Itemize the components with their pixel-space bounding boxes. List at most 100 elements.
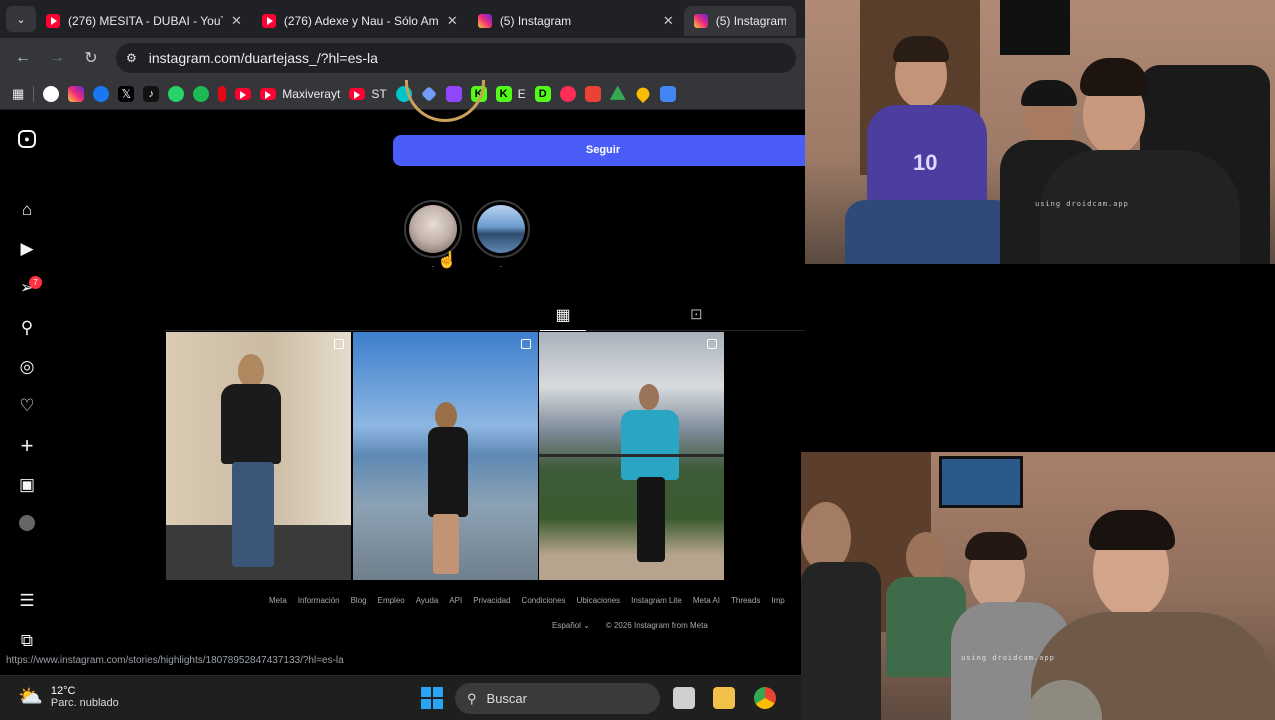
story-highlight[interactable] (472, 200, 530, 258)
footer-link[interactable]: Imp (771, 596, 784, 605)
footer-link[interactable]: Blog (351, 596, 367, 605)
railing (539, 454, 724, 457)
footer-link[interactable]: Empleo (378, 596, 405, 605)
footer-link[interactable]: Meta AI (693, 596, 720, 605)
site-settings-icon[interactable]: ⚙ (126, 51, 137, 65)
weather-condition: Parc. nublado (50, 696, 119, 709)
weather-widget[interactable]: ⛅ 12°C Parc. nublado (18, 684, 119, 709)
browser-tab[interactable]: (276) Adexe y Nau - Sólo Amig ✕ (252, 6, 468, 36)
close-icon[interactable]: ✕ (663, 13, 674, 29)
instagram-sidebar: ● ⌂ ▶ ➢ 7 ⚲ ◎ ♡ + ▣ ☰ ⧉ (0, 110, 55, 660)
cloud-sun-icon: ⛅ (18, 686, 43, 708)
dashboard-icon[interactable]: ▣ (17, 475, 37, 495)
footer-link[interactable]: Condiciones (522, 596, 566, 605)
post-thumbnail[interactable] (539, 332, 724, 580)
footer-link[interactable]: Privacidad (473, 596, 510, 605)
search-icon: ⚲ (467, 690, 477, 706)
person-figure (221, 384, 281, 464)
highlight-thumbnail (409, 205, 457, 253)
apps-grid-icon[interactable]: ▦ (12, 86, 24, 102)
heart-icon[interactable]: ♡ (17, 396, 37, 416)
maps-icon[interactable] (633, 84, 652, 103)
droidcam-watermark: using droidcam.app (961, 654, 1055, 662)
tab-search-button[interactable]: ⌄ (6, 6, 36, 32)
jacket (801, 562, 881, 720)
person-figure (232, 462, 274, 567)
url-text: instagram.com/duartejass_/?hl=es-la (148, 50, 378, 66)
gmail-icon[interactable] (584, 85, 601, 102)
footer-link[interactable]: Threads (731, 596, 760, 605)
footer-link[interactable]: Información (298, 596, 340, 605)
browser-tab-active[interactable]: (5) Instagram (683, 6, 796, 36)
tiktok-icon[interactable]: ♪ (143, 85, 160, 102)
footer-link[interactable]: Ayuda (416, 596, 439, 605)
drive-icon[interactable] (609, 85, 626, 100)
task-view-icon[interactable] (673, 687, 695, 709)
tab-title: (276) Adexe y Nau - Sólo Amig (283, 14, 439, 28)
d-app-icon[interactable]: D (534, 85, 551, 102)
menu-icon[interactable]: ☰ (17, 591, 37, 611)
footer-link[interactable]: Meta (269, 596, 287, 605)
taskbar-search[interactable]: ⚲ Buscar (455, 683, 660, 714)
person-figure (639, 384, 659, 410)
posts-grid-tab[interactable]: ▦ (540, 305, 586, 331)
netflix-icon[interactable] (218, 85, 227, 102)
whatsapp-icon[interactable] (168, 85, 185, 102)
post-thumbnail[interactable] (353, 332, 538, 580)
instagram-logo-icon[interactable]: ● (18, 130, 36, 148)
footer-link[interactable]: Instagram Lite (631, 596, 682, 605)
tab-title: (5) Instagram (715, 14, 786, 28)
search-icon[interactable]: ⚲ (17, 318, 37, 338)
also-from-meta-icon[interactable]: ⧉ (17, 631, 37, 651)
screen: ⌄ (276) MESITA - DUBAI - YouTub ✕ (276) … (0, 0, 1275, 720)
post-thumbnail[interactable] (166, 332, 351, 580)
tagged-tab[interactable]: ⊡ (690, 305, 712, 323)
background-black (805, 264, 1275, 452)
url-omnibox[interactable]: ⚙ instagram.com/duartejass_/?hl=es-la (116, 43, 796, 73)
browser-tab[interactable]: (276) MESITA - DUBAI - YouTub ✕ (36, 6, 252, 36)
highlight-label: · (499, 262, 503, 271)
x-icon[interactable]: 𝕏 (118, 85, 135, 102)
youtube-icon[interactable] (235, 87, 252, 100)
bookmark-maxiverayt[interactable]: Maxiverayt (260, 87, 340, 101)
close-icon[interactable]: ✕ (447, 13, 458, 29)
bookmark-st[interactable]: ST (349, 87, 387, 101)
create-icon[interactable]: + (17, 435, 37, 457)
instagram-icon[interactable] (68, 85, 85, 102)
address-bar-row: ← → ↻ ⚙ instagram.com/duartejass_/?hl=es… (0, 38, 805, 78)
youtube-icon (46, 14, 60, 28)
google-icon[interactable] (43, 85, 60, 102)
avatar[interactable] (19, 515, 35, 531)
forward-arrow-icon[interactable]: → (40, 49, 74, 67)
explore-icon[interactable]: ◎ (17, 357, 37, 377)
record-icon[interactable] (559, 85, 576, 102)
chrome-icon[interactable] (754, 687, 776, 709)
close-icon[interactable]: ✕ (231, 13, 242, 29)
app-icon[interactable] (659, 85, 676, 102)
tv-screen (939, 456, 1023, 508)
spotify-icon[interactable] (193, 85, 210, 102)
tv-screen (1000, 0, 1070, 55)
copyright-text: © 2026 Instagram from Meta (605, 621, 708, 630)
webcam-feed-top: 10 using droidcam.app (805, 0, 1275, 264)
home-icon[interactable]: ⌂ (17, 200, 37, 220)
jeans (845, 200, 1015, 264)
multi-photo-icon (334, 339, 344, 349)
reels-icon[interactable]: ▶ (17, 239, 37, 259)
person-head (906, 532, 946, 582)
language-selector[interactable]: Español ⌄ (552, 621, 590, 630)
youtube-icon (260, 87, 277, 100)
file-explorer-icon[interactable] (713, 687, 735, 709)
back-arrow-icon[interactable]: ← (6, 49, 40, 67)
footer-link[interactable]: API (449, 596, 462, 605)
facebook-icon[interactable] (93, 85, 110, 102)
footer-link[interactable]: Ubicaciones (577, 596, 621, 605)
instagram-icon (477, 14, 492, 28)
webcam-feed-bottom: using droidcam.app (801, 452, 1275, 720)
browser-tab[interactable]: (5) Instagram ✕ (468, 6, 684, 36)
windows-start-icon[interactable] (421, 687, 443, 709)
follow-button[interactable]: Seguir (393, 135, 813, 166)
notification-badge: 7 (29, 276, 42, 289)
reload-icon[interactable]: ↻ (74, 48, 108, 68)
bookmark-e[interactable]: K E (495, 85, 526, 102)
